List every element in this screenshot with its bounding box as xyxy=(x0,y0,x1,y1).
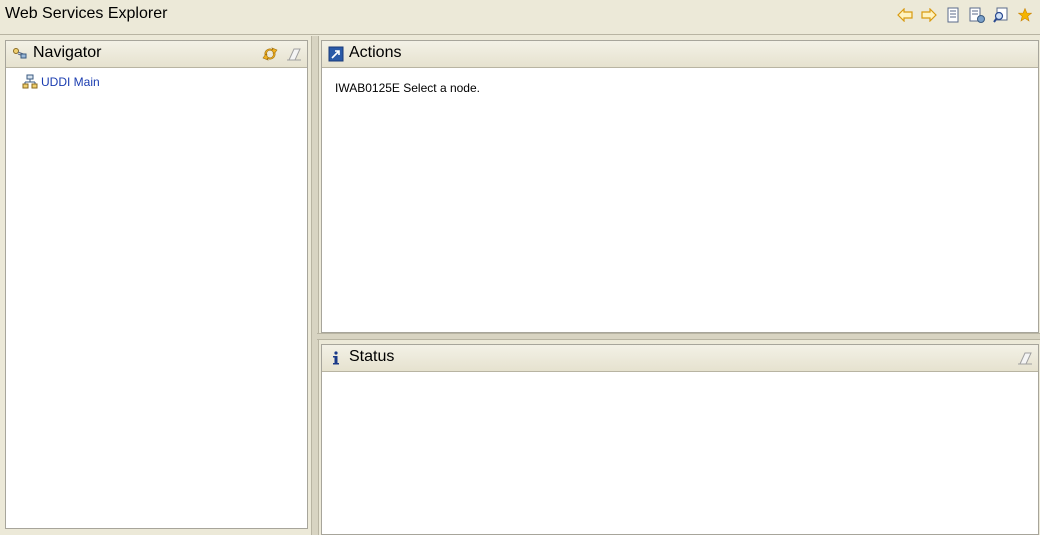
status-title: Status xyxy=(349,348,395,365)
vertical-splitter[interactable] xyxy=(311,36,319,535)
status-header: Status xyxy=(322,345,1038,372)
navigator-header: Navigator xyxy=(6,41,307,68)
actions-header: Actions xyxy=(322,41,1038,68)
navigator-title: Navigator xyxy=(33,44,102,61)
forward-arrow-icon xyxy=(921,8,937,22)
title-bar: Web Services Explorer xyxy=(0,0,1040,35)
refresh-icon[interactable] xyxy=(262,46,278,62)
document-button[interactable] xyxy=(944,6,962,24)
actions-message: IWAB0125E Select a node. xyxy=(335,81,480,95)
favorites-star-icon xyxy=(1018,8,1032,22)
actions-panel: Actions IWAB0125E Select a node. xyxy=(321,40,1039,333)
back-arrow-icon xyxy=(897,8,913,22)
navigator-panel: Navigator UDDI Main xyxy=(5,40,308,529)
back-button[interactable] xyxy=(896,6,914,24)
tree-item-uddi-main[interactable]: UDDI Main xyxy=(22,74,100,90)
navigator-icon xyxy=(13,48,27,59)
clear-icon[interactable] xyxy=(286,46,302,62)
status-panel: Status xyxy=(321,344,1039,535)
document-icon xyxy=(947,7,959,23)
forward-button[interactable] xyxy=(920,6,938,24)
search-icon xyxy=(993,7,1008,23)
favorites-button[interactable] xyxy=(1016,6,1034,24)
document-settings-button[interactable] xyxy=(968,6,986,24)
search-button[interactable] xyxy=(992,6,1010,24)
actions-icon xyxy=(328,46,344,62)
horizontal-splitter[interactable] xyxy=(317,333,1040,340)
tree-item-label: UDDI Main xyxy=(41,75,100,89)
info-icon xyxy=(333,351,339,365)
document-settings-icon xyxy=(969,7,985,23)
clear-status-icon[interactable] xyxy=(1017,350,1033,366)
toolbar xyxy=(896,6,1034,24)
actions-title: Actions xyxy=(349,44,402,61)
registry-icon xyxy=(22,74,38,89)
app-title: Web Services Explorer xyxy=(5,5,168,22)
